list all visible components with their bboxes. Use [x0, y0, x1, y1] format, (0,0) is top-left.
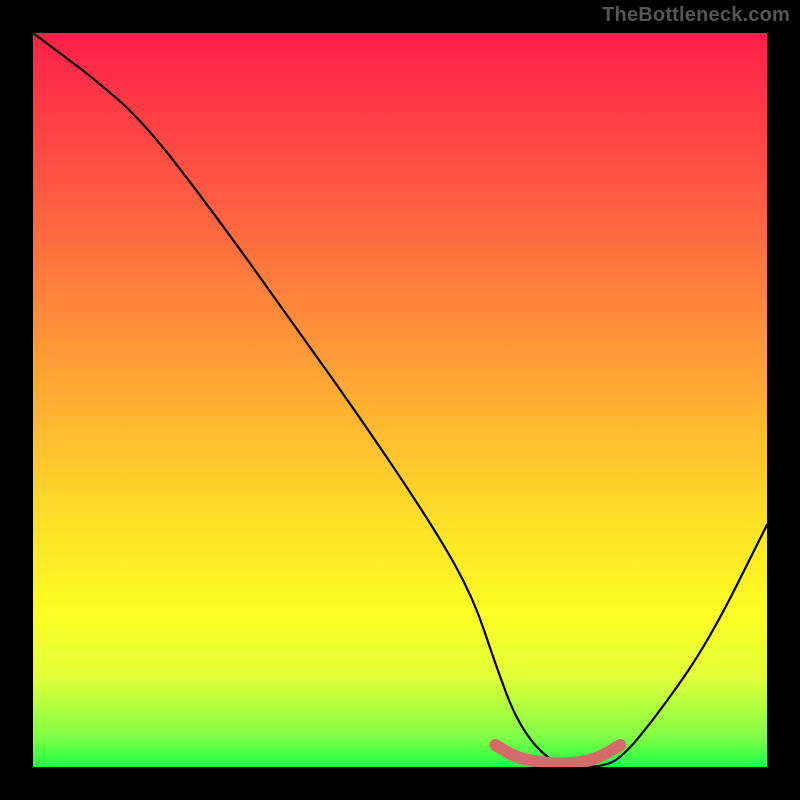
- watermark-text: TheBottleneck.com: [602, 4, 790, 27]
- bottleneck-curve-path: [33, 33, 767, 767]
- target-band-path: [495, 745, 620, 763]
- chart-svg: [33, 33, 767, 767]
- chart-frame: TheBottleneck.com: [0, 0, 800, 800]
- plot-area: [33, 33, 767, 767]
